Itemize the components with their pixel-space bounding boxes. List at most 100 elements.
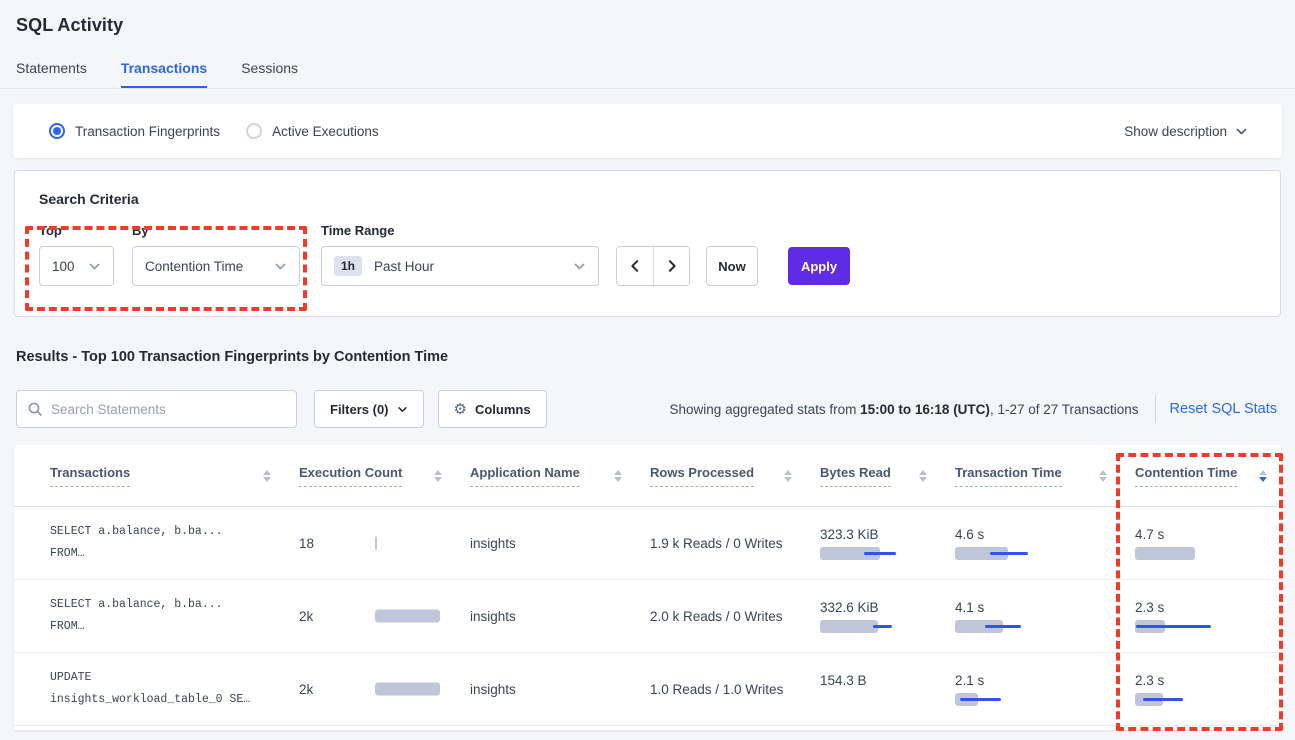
view-mode-band: Transaction Fingerprints Active Executio… (13, 104, 1282, 158)
apply-button[interactable]: Apply (788, 247, 850, 285)
bytes-read-cell: 323.3 KiB (820, 527, 955, 560)
application-name-cell: insights (470, 609, 650, 624)
time-range-value: Past Hour (374, 259, 434, 274)
sort-icon-active-desc[interactable] (1259, 470, 1267, 482)
stats-time-range: 15:00 to 16:18 (UTC) (860, 402, 990, 417)
transaction-query-link[interactable]: UPDATE insights_workload_table_0 SE… (14, 667, 299, 711)
radio-active-executions[interactable]: Active Executions (246, 123, 379, 139)
search-box (16, 390, 297, 428)
execution-count-bar (375, 683, 441, 696)
sort-icon[interactable] (434, 470, 442, 482)
execution-count-value: 2k (299, 609, 313, 624)
transaction-time-metric: 4.6 s (955, 527, 1057, 560)
bytes-read-cell: 154.3 B (820, 673, 955, 706)
radio-transaction-fingerprints[interactable]: Transaction Fingerprints (49, 123, 220, 139)
radio-selected-icon[interactable] (49, 123, 65, 139)
sort-icon[interactable] (263, 470, 271, 482)
table-row[interactable]: SELECT a.balance, b.ba... FROM… 18 insig… (14, 507, 1281, 580)
divider (1155, 395, 1156, 423)
transaction-time-bar (955, 693, 1055, 706)
aggregated-stats-note: Showing aggregated stats from 15:00 to 1… (670, 402, 1139, 417)
chevron-down-icon (274, 260, 287, 273)
application-name-cell: insights (470, 536, 650, 551)
tab-transactions[interactable]: Transactions (121, 60, 207, 88)
sort-icon[interactable] (919, 470, 927, 482)
contention-time-metric: 2.3 s (1135, 673, 1237, 706)
column-header-rows-processed[interactable]: Rows Processed (650, 465, 820, 487)
results-controls-row: Filters (0) ⚙ Columns Showing aggregated… (16, 390, 1279, 428)
search-criteria-card: Search Criteria Top 100 By Contention Ti… (14, 170, 1281, 317)
column-header-execution-count[interactable]: Execution Count (299, 465, 470, 487)
chevron-down-icon (1235, 125, 1248, 138)
application-name-cell: insights (470, 682, 650, 697)
now-button[interactable]: Now (706, 246, 758, 286)
column-header-bytes-read[interactable]: Bytes Read (820, 465, 955, 487)
time-range-badge: 1h (334, 256, 362, 276)
transaction-time-metric: 2.1 s (955, 673, 1057, 706)
chevron-down-icon (88, 260, 101, 273)
column-header-contention-time[interactable]: Contention Time (1135, 465, 1281, 487)
top-field: Top 100 (39, 223, 114, 286)
sort-icon[interactable] (1099, 470, 1107, 482)
top-label: Top (39, 223, 114, 238)
time-range-select[interactable]: 1h Past Hour (321, 246, 599, 286)
reset-sql-stats-link[interactable]: Reset SQL Stats (1170, 401, 1277, 417)
table-row[interactable]: UPDATE insights_workload_table_0 SE… 2k … (14, 653, 1281, 726)
sort-icon[interactable] (614, 470, 622, 482)
search-input[interactable] (16, 390, 297, 428)
contention-time-bar (1135, 547, 1235, 560)
transaction-time-metric: 4.1 s (955, 600, 1057, 633)
by-select-value: Contention Time (145, 259, 243, 274)
transaction-query-link[interactable]: SELECT a.balance, b.ba... FROM… (14, 594, 299, 638)
transactions-table: Transactions Execution Count Application… (14, 445, 1281, 730)
bytes-read-cell: 332.6 KiB (820, 600, 955, 633)
bytes-read-metric: 154.3 B (820, 673, 922, 706)
chevron-down-icon (573, 260, 586, 273)
execution-count-value: 18 (299, 536, 314, 551)
next-time-button[interactable] (653, 247, 689, 285)
execution-count-bar (375, 610, 441, 623)
execution-count-bar (375, 537, 441, 550)
bytes-read-metric: 332.6 KiB (820, 600, 922, 633)
contention-time-bar (1135, 620, 1235, 633)
chevron-down-icon (397, 404, 408, 415)
contention-time-metric: 4.7 s (1135, 527, 1237, 560)
by-select[interactable]: Contention Time (132, 246, 300, 286)
by-label: By (132, 223, 300, 238)
show-description-toggle[interactable]: Show description (1124, 124, 1260, 139)
top-select[interactable]: 100 (39, 246, 114, 286)
page-title: SQL Activity (16, 15, 1279, 36)
tabs-bar: Statements Transactions Sessions (0, 60, 1295, 89)
tab-sessions[interactable]: Sessions (241, 60, 298, 88)
by-field: By Contention Time (114, 223, 300, 286)
previous-time-button[interactable] (617, 247, 653, 285)
transaction-time-cell: 4.1 s (955, 600, 1135, 633)
filters-button[interactable]: Filters (0) (314, 390, 424, 428)
rows-processed-cell: 1.0 Reads / 1.0 Writes (650, 682, 820, 697)
execution-count-cell: 2k (299, 609, 470, 624)
search-icon (27, 401, 43, 417)
contention-time-cell: 2.3 s (1135, 673, 1281, 706)
search-criteria-heading: Search Criteria (39, 191, 1256, 207)
contention-time-bar (1135, 693, 1235, 706)
bytes-read-bar (820, 620, 920, 633)
rows-processed-cell: 2.0 k Reads / 0 Writes (650, 609, 820, 624)
column-header-transactions[interactable]: Transactions (14, 465, 299, 487)
chevron-right-icon (665, 259, 679, 273)
sort-icon[interactable] (784, 470, 792, 482)
radio-unselected-icon[interactable] (246, 123, 262, 139)
column-header-transaction-time[interactable]: Transaction Time (955, 465, 1135, 487)
transaction-time-bar (955, 547, 1055, 560)
column-header-application-name[interactable]: Application Name (470, 465, 650, 487)
show-description-label: Show description (1124, 124, 1227, 139)
results-heading: Results - Top 100 Transaction Fingerprin… (16, 349, 1279, 365)
transaction-query-link[interactable]: SELECT a.balance, b.ba... FROM… (14, 521, 299, 565)
page-header: SQL Activity (0, 0, 1295, 36)
tab-statements[interactable]: Statements (16, 60, 87, 88)
time-pager (616, 246, 690, 286)
execution-count-value: 2k (299, 682, 313, 697)
time-range-label: Time Range (321, 223, 599, 238)
radio-label: Transaction Fingerprints (75, 124, 220, 139)
columns-button[interactable]: ⚙ Columns (438, 390, 547, 428)
table-row[interactable]: SELECT a.balance, b.ba... FROM… 2k insig… (14, 580, 1281, 653)
